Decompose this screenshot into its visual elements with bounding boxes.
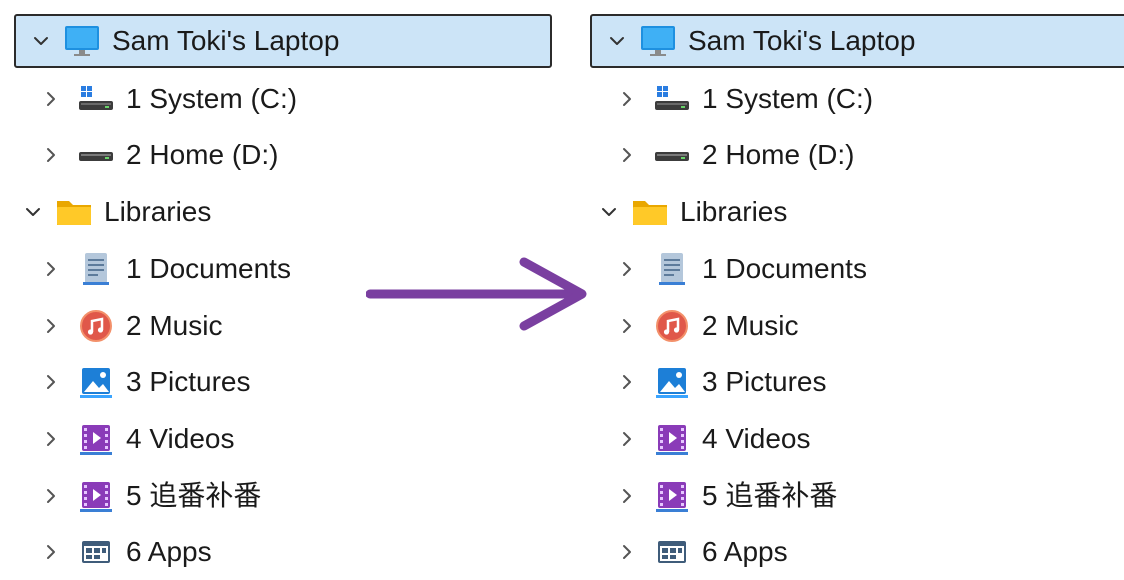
- tree-item-label: 1 System (C:): [126, 82, 298, 114]
- pictures-icon: [652, 362, 692, 402]
- tree-item[interactable]: 2 Home (D:): [36, 127, 278, 183]
- tree-item[interactable]: 5 追番补番: [612, 468, 837, 524]
- chevron-right-icon[interactable]: [612, 84, 642, 114]
- chevron-right-icon[interactable]: [612, 481, 642, 511]
- monitor-icon: [638, 21, 678, 61]
- transition-arrow-icon: [366, 257, 587, 331]
- tree-item-label: 2 Music: [126, 309, 223, 341]
- chevron-right-icon[interactable]: [36, 311, 66, 341]
- tree-item[interactable]: 4 Videos: [36, 411, 234, 467]
- tree-item[interactable]: Libraries: [18, 184, 211, 240]
- tree-item-label: 3 Pictures: [702, 366, 827, 398]
- tree-item-label: 5 追番补番: [702, 479, 838, 511]
- tree-item[interactable]: 4 Videos: [612, 411, 810, 467]
- tree-item[interactable]: 2 Home (D:): [612, 127, 854, 183]
- tree-item-label: Libraries: [680, 196, 788, 228]
- tree-item-label: Sam Toki's Laptop: [112, 25, 340, 56]
- tree-item-label: 1 Documents: [702, 252, 867, 284]
- documents-icon: [76, 249, 116, 289]
- tree-item[interactable]: 1 System (C:): [36, 71, 297, 127]
- tree-item[interactable]: Sam Toki's Laptop: [14, 14, 552, 68]
- chevron-right-icon[interactable]: [36, 424, 66, 454]
- chevron-down-icon[interactable]: [594, 197, 624, 227]
- folder-icon: [630, 192, 670, 232]
- navigation-pane-after: Sam Toki's Laptop 1 System (C:) 2 Home (D:…: [582, 14, 1124, 569]
- chevron-right-icon[interactable]: [612, 311, 642, 341]
- tree-item[interactable]: 3 Pictures: [36, 354, 251, 410]
- tree-item[interactable]: Sam Toki's Laptop: [590, 14, 1124, 68]
- tree-item[interactable]: Libraries: [594, 184, 787, 240]
- chevron-right-icon[interactable]: [612, 140, 642, 170]
- videos-icon: [652, 476, 692, 516]
- apps-icon: [76, 532, 116, 572]
- tree-item[interactable]: 1 System (C:): [612, 71, 873, 127]
- tree-item-label: 6 Apps: [702, 536, 788, 568]
- apps-icon: [652, 532, 692, 572]
- chevron-down-icon[interactable]: [602, 26, 632, 56]
- documents-icon: [652, 249, 692, 289]
- videos-icon: [76, 476, 116, 516]
- chevron-right-icon[interactable]: [612, 254, 642, 284]
- tree-item-label: 1 System (C:): [702, 82, 874, 114]
- chevron-right-icon[interactable]: [36, 481, 66, 511]
- chevron-right-icon[interactable]: [36, 367, 66, 397]
- chevron-right-icon[interactable]: [36, 140, 66, 170]
- tree-item-label: 4 Videos: [702, 422, 811, 454]
- tree-item-label: Sam Toki's Laptop: [688, 25, 916, 56]
- tree-item[interactable]: 2 Music: [612, 298, 798, 354]
- chevron-right-icon[interactable]: [612, 424, 642, 454]
- tree-item-label: 2 Home (D:): [702, 139, 855, 171]
- tree-item-label: 4 Videos: [126, 422, 235, 454]
- chevron-right-icon[interactable]: [612, 537, 642, 567]
- chevron-right-icon[interactable]: [36, 254, 66, 284]
- tree-item-label: 2 Music: [702, 309, 799, 341]
- music-icon: [76, 306, 116, 346]
- tree-item[interactable]: 6 Apps: [612, 524, 788, 580]
- drive-icon: [652, 135, 692, 175]
- chevron-right-icon[interactable]: [36, 84, 66, 114]
- tree-item[interactable]: 6 Apps: [36, 524, 212, 580]
- chevron-right-icon[interactable]: [612, 367, 642, 397]
- monitor-icon: [62, 21, 102, 61]
- tree-item-label: 2 Home (D:): [126, 139, 279, 171]
- tree-item[interactable]: 3 Pictures: [612, 354, 827, 410]
- tree-item-label: 1 Documents: [126, 252, 291, 284]
- tree-item-label: Libraries: [104, 196, 212, 228]
- tree-item[interactable]: 2 Music: [36, 298, 222, 354]
- tree-item[interactable]: 1 Documents: [36, 241, 291, 297]
- tree-item[interactable]: 1 Documents: [612, 241, 867, 297]
- system-drive-icon: [652, 79, 692, 119]
- tree-item[interactable]: 5 追番补番: [36, 468, 261, 524]
- tree-item-label: 6 Apps: [126, 536, 212, 568]
- videos-icon: [76, 419, 116, 459]
- chevron-down-icon[interactable]: [18, 197, 48, 227]
- chevron-down-icon[interactable]: [26, 26, 56, 56]
- folder-icon: [54, 192, 94, 232]
- music-icon: [652, 306, 692, 346]
- tree-item-label: 5 追番补番: [126, 479, 262, 511]
- chevron-right-icon[interactable]: [36, 537, 66, 567]
- drive-icon: [76, 135, 116, 175]
- system-drive-icon: [76, 79, 116, 119]
- pictures-icon: [76, 362, 116, 402]
- tree-item-label: 3 Pictures: [126, 366, 251, 398]
- videos-icon: [652, 419, 692, 459]
